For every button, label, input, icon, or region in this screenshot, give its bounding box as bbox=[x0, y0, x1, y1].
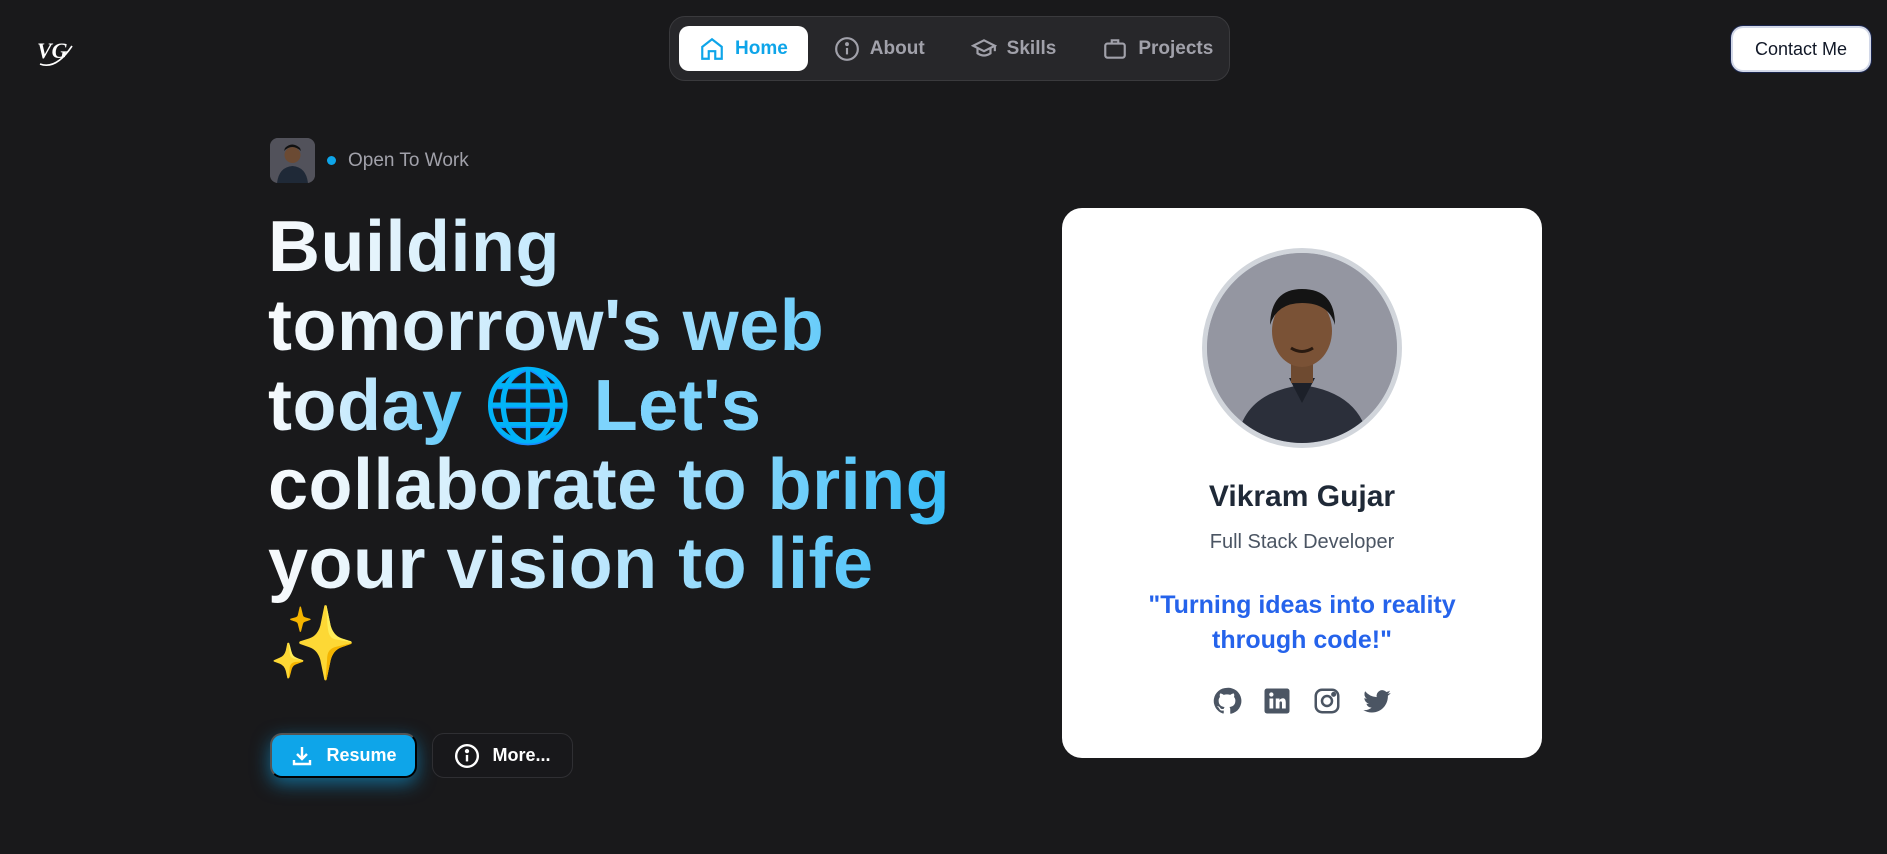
profile-name: Vikram Gujar bbox=[1208, 480, 1396, 513]
avatar bbox=[270, 138, 315, 183]
headline-line-2: tomorrow's web bbox=[268, 287, 948, 366]
hero-actions: Resume More... bbox=[270, 733, 573, 778]
logo-mark-icon: VG bbox=[37, 38, 73, 66]
nav-projects-label: Projects bbox=[1138, 37, 1214, 59]
linkedin-icon bbox=[1264, 688, 1290, 714]
nav-home-label: Home bbox=[735, 37, 788, 59]
nav-skills-label: Skills bbox=[1006, 37, 1057, 59]
hero-headline: Building tomorrow's web today 🌐 Let's co… bbox=[268, 208, 951, 685]
graduation-cap-icon bbox=[970, 38, 997, 57]
headline-line-3a: today bbox=[268, 366, 484, 446]
headline-line-5: your vision to life bbox=[268, 525, 948, 604]
profile-card: Vikram Gujar Full Stack Developer "Turni… bbox=[1062, 208, 1542, 758]
resume-label: Resume bbox=[326, 745, 397, 765]
instagram-link[interactable] bbox=[1312, 686, 1342, 716]
nav-about[interactable]: About bbox=[814, 26, 945, 71]
nav-about-label: About bbox=[869, 37, 925, 59]
headline-line-3: today 🌐 Let's bbox=[268, 366, 948, 446]
profile-photo bbox=[1202, 248, 1402, 448]
sparkles-icon: ✨ bbox=[268, 601, 359, 685]
github-icon bbox=[1213, 687, 1242, 714]
social-links bbox=[1062, 686, 1542, 716]
nav-skills[interactable]: Skills bbox=[951, 26, 1077, 71]
logo-text: VG bbox=[37, 38, 68, 63]
headline-line-4: collaborate to bring bbox=[268, 445, 951, 525]
headline-line-1: Building bbox=[268, 208, 948, 287]
status-text: Open To Work bbox=[348, 149, 469, 171]
info-icon bbox=[455, 743, 480, 768]
nav-home[interactable]: Home bbox=[679, 26, 808, 71]
profile-role: Full Stack Developer bbox=[1209, 531, 1395, 553]
linkedin-link[interactable] bbox=[1262, 686, 1292, 716]
github-link[interactable] bbox=[1212, 686, 1242, 716]
twitter-link[interactable] bbox=[1362, 686, 1392, 716]
main-nav: Home About Skills Projects bbox=[669, 16, 1230, 81]
logo[interactable]: VG bbox=[34, 28, 78, 72]
briefcase-icon bbox=[1104, 38, 1127, 59]
globe-icon: 🌐 bbox=[483, 363, 574, 447]
twitter-icon bbox=[1363, 690, 1391, 713]
info-icon bbox=[834, 36, 859, 61]
nav-projects[interactable]: Projects bbox=[1082, 26, 1233, 71]
resume-button[interactable]: Resume bbox=[270, 733, 417, 778]
more-button[interactable]: More... bbox=[432, 733, 573, 778]
more-label: More... bbox=[492, 745, 551, 765]
home-icon bbox=[701, 37, 723, 60]
download-icon bbox=[293, 746, 312, 765]
status-badge: Open To Work bbox=[270, 138, 469, 183]
contact-button[interactable]: Contact Me bbox=[1731, 26, 1871, 72]
headline-line-3b: Let's bbox=[573, 366, 762, 446]
status-dot bbox=[327, 156, 336, 165]
instagram-icon bbox=[1314, 688, 1340, 714]
profile-quote: "Turning ideas into reality through code… bbox=[1148, 591, 1456, 654]
